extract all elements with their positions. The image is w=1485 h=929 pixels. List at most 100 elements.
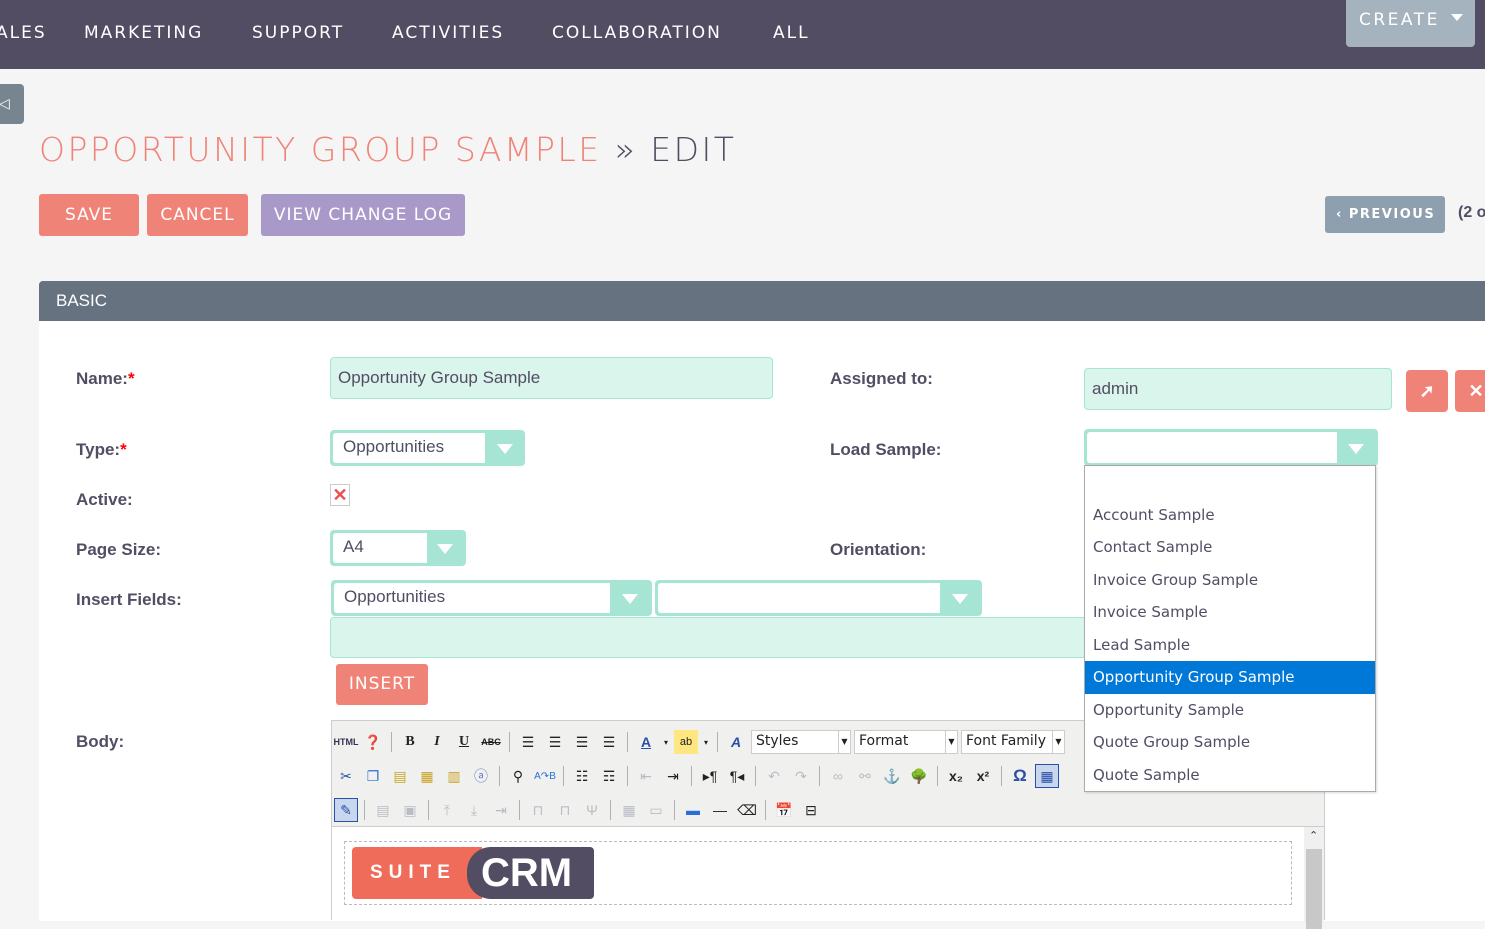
insert-field-text[interactable] [330, 617, 1130, 658]
highlight-color-icon[interactable]: ab [674, 730, 698, 754]
active-checkbox[interactable]: ✕ [330, 484, 350, 506]
dropdown-option[interactable]: Quote Group Sample [1085, 726, 1375, 759]
name-label: Name:* [76, 369, 135, 388]
find-icon[interactable]: ⚲ [506, 764, 530, 788]
panel-header-basic[interactable]: BASIC [39, 281, 1485, 321]
font-family-select[interactable]: Font Family ▼ [961, 730, 1065, 754]
nav-item-support[interactable]: SUPPORT [252, 23, 344, 43]
dropdown-option-selected[interactable]: Opportunity Group Sample [1085, 661, 1375, 694]
merge-cells-icon[interactable]: ▭ [644, 798, 668, 822]
nav-item-activities[interactable]: ACTIVITIES [392, 23, 504, 43]
sidebar-toggle-button[interactable]: ◁ [0, 84, 24, 124]
special-char-icon[interactable]: Ω [1008, 764, 1032, 788]
dropdown-option[interactable]: Contact Sample [1085, 531, 1375, 564]
insert-field-select[interactable] [655, 580, 982, 616]
type-select[interactable]: Opportunities [330, 430, 525, 466]
page-break-icon[interactable]: ⊟ [799, 798, 823, 822]
editor-scrollbar[interactable]: ⌃ [1304, 827, 1324, 929]
cut-icon[interactable]: ✂ [334, 764, 358, 788]
scrollbar-thumb[interactable] [1306, 849, 1322, 929]
italic-icon[interactable]: I [425, 730, 449, 754]
strikethrough-icon[interactable]: ABC [479, 730, 503, 754]
chevron-down-icon[interactable]: ▾ [661, 730, 671, 754]
editor-content-area[interactable]: SUITE CRM ⌃ [332, 826, 1324, 929]
align-center-icon[interactable]: ☰ [543, 730, 567, 754]
help-icon[interactable]: ❓ [361, 730, 385, 754]
align-left-icon[interactable]: ☰ [516, 730, 540, 754]
save-button[interactable]: SAVE [39, 194, 139, 236]
align-right-icon[interactable]: ☰ [570, 730, 594, 754]
previous-button[interactable]: ‹ PREVIOUS [1325, 196, 1445, 233]
dropdown-option[interactable]: Invoice Group Sample [1085, 564, 1375, 597]
bold-icon[interactable]: B [398, 730, 422, 754]
insert-col-after-icon[interactable]: ⊓ [553, 798, 577, 822]
unlink-icon[interactable]: ⚯ [853, 764, 877, 788]
numbered-list-icon[interactable]: ☶ [597, 764, 621, 788]
nav-item-collaboration[interactable]: COLLABORATION [552, 23, 722, 43]
paste-icon[interactable]: ▤ [388, 764, 412, 788]
insert-row-before-icon[interactable]: ⤒ [435, 798, 459, 822]
ltr-icon[interactable]: ▸¶ [698, 764, 722, 788]
rtl-icon[interactable]: ¶◂ [725, 764, 749, 788]
delete-row-icon[interactable]: ⇥ [489, 798, 513, 822]
dropdown-option[interactable] [1085, 466, 1375, 499]
line-icon[interactable]: — [708, 798, 732, 822]
undo-icon[interactable]: ↶ [762, 764, 786, 788]
outdent-icon[interactable]: ⇤ [634, 764, 658, 788]
assigned-to-input[interactable]: admin [1084, 368, 1392, 410]
view-change-log-button[interactable]: VIEW CHANGE LOG [261, 194, 465, 236]
select-all-icon[interactable]: ⓐ [469, 764, 493, 788]
chevron-up-icon[interactable]: ⌃ [1309, 829, 1318, 842]
clear-user-button[interactable]: ✕ [1455, 370, 1485, 412]
redo-icon[interactable]: ↷ [789, 764, 813, 788]
nav-item-sales[interactable]: ALES [0, 23, 47, 43]
link-icon[interactable]: ∞ [826, 764, 850, 788]
chevron-down-icon[interactable]: ▾ [701, 730, 711, 754]
format-select[interactable]: Format ▼ [854, 730, 958, 754]
split-cells-icon[interactable]: ▦ [617, 798, 641, 822]
dropdown-option[interactable]: Account Sample [1085, 499, 1375, 532]
name-input[interactable]: Opportunity Group Sample [330, 357, 773, 399]
cancel-button[interactable]: CANCEL [147, 194, 248, 236]
load-sample-select[interactable] [1084, 429, 1378, 466]
delete-col-icon[interactable]: Ψ [580, 798, 604, 822]
nav-item-all[interactable]: ALL [773, 23, 810, 43]
select-user-button[interactable]: ➚ [1406, 370, 1448, 412]
image-icon[interactable]: 🌳 [907, 764, 931, 788]
dropdown-option[interactable]: Opportunity Sample [1085, 694, 1375, 727]
insert-date-icon[interactable]: 📅 [772, 798, 796, 822]
insert-col-before-icon[interactable]: ⊓ [526, 798, 550, 822]
indent-icon[interactable]: ⇥ [661, 764, 685, 788]
dropdown-option[interactable]: Lead Sample [1085, 629, 1375, 662]
table-properties-icon[interactable]: ✎ [334, 798, 358, 822]
styles-select[interactable]: Styles ▼ [751, 730, 851, 754]
insert-button[interactable]: INSERT [336, 664, 428, 705]
html-source-icon[interactable]: HTML [334, 730, 359, 754]
bullet-list-icon[interactable]: ☷ [570, 764, 594, 788]
horizontal-rule-icon[interactable]: ▬ [681, 798, 705, 822]
chevron-down-icon: ▼ [945, 731, 957, 753]
copy-icon[interactable]: ❐ [361, 764, 385, 788]
dropdown-option[interactable]: Quote Sample [1085, 759, 1375, 792]
underline-icon[interactable]: U [452, 730, 476, 754]
insert-module-select[interactable]: Opportunities [331, 580, 652, 616]
anchor-icon[interactable]: ⚓ [880, 764, 904, 788]
cell-properties-icon[interactable]: ▣ [398, 798, 422, 822]
pagination-text: (2 o [1458, 204, 1485, 221]
align-justify-icon[interactable]: ☰ [597, 730, 621, 754]
row-properties-icon[interactable]: ▤ [371, 798, 395, 822]
paste-word-icon[interactable]: ▥ [442, 764, 466, 788]
subscript-icon[interactable]: x₂ [944, 764, 968, 788]
dropdown-arrow-icon [497, 444, 513, 454]
table-icon[interactable]: ▦ [1035, 764, 1059, 788]
replace-icon[interactable]: A↷B [533, 764, 557, 788]
text-color-icon[interactable]: A [634, 730, 658, 754]
insert-row-after-icon[interactable]: ⤓ [462, 798, 486, 822]
create-button[interactable]: CREATE [1346, 0, 1475, 47]
paste-text-icon[interactable]: ▦ [415, 764, 439, 788]
page-size-select[interactable]: A4 [330, 530, 466, 566]
eraser-icon[interactable]: ⌫ [735, 798, 759, 822]
nav-item-marketing[interactable]: MARKETING [84, 23, 203, 43]
superscript-icon[interactable]: x² [971, 764, 995, 788]
dropdown-option[interactable]: Invoice Sample [1085, 596, 1375, 629]
